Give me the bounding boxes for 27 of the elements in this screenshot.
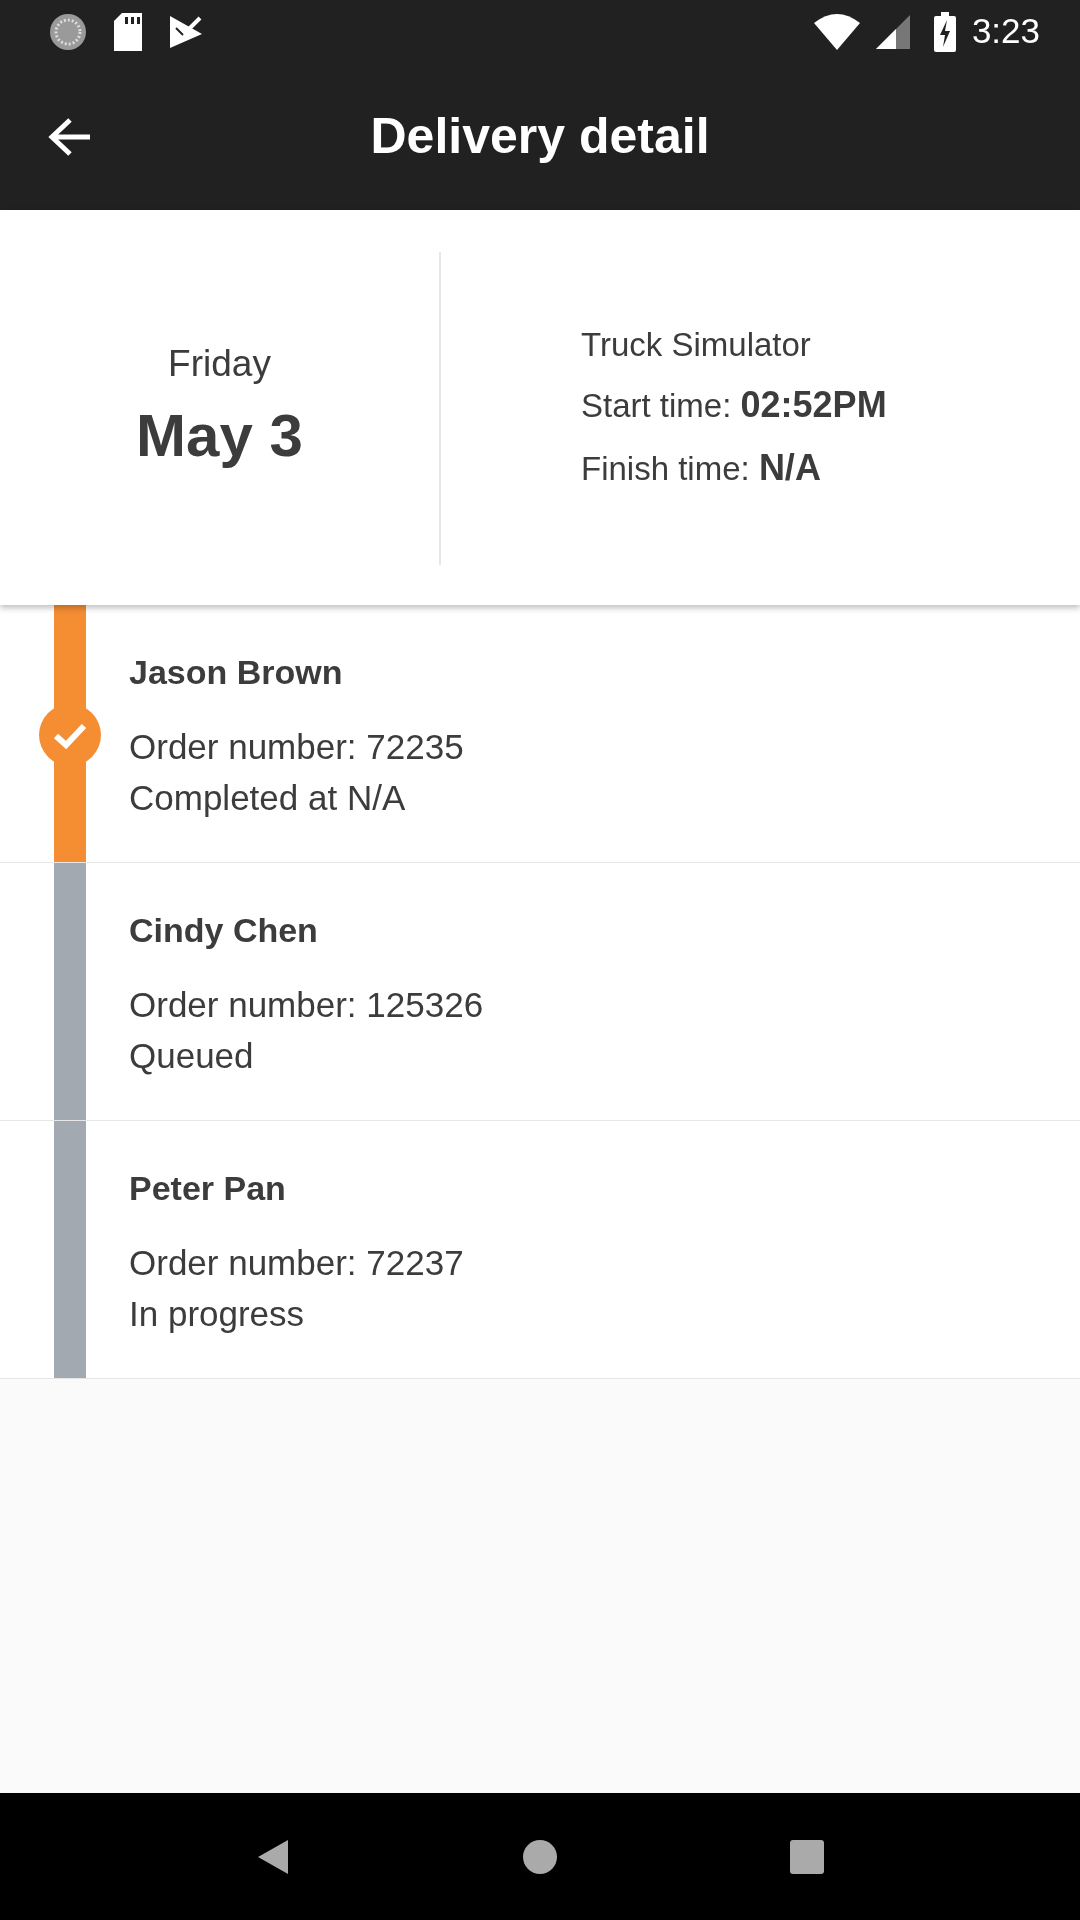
- back-arrow-icon: [48, 116, 92, 157]
- vehicle-name: Truck Simulator: [581, 324, 812, 365]
- customer-name: Peter Pan: [129, 1168, 287, 1209]
- back-button[interactable]: [48, 116, 92, 157]
- customer-name: Jason Brown: [129, 652, 344, 693]
- delivery-status: In progress: [129, 1292, 306, 1335]
- customer-name: Cindy Chen: [129, 910, 319, 951]
- checkmark-flag-icon: [168, 13, 204, 50]
- sd-card-icon: [112, 12, 144, 51]
- start-time: Start time: 02:52PM: [581, 383, 887, 428]
- home-nav-icon[interactable]: [522, 1838, 558, 1875]
- back-nav-icon[interactable]: [256, 1837, 290, 1876]
- recents-nav-icon[interactable]: [790, 1839, 824, 1874]
- clock: 3:23: [971, 10, 1040, 53]
- order-number: Order number: 72237: [129, 1242, 464, 1284]
- signal-icon: [875, 14, 910, 49]
- finish-time: Finish time: N/A: [581, 446, 822, 491]
- delivery-date: May 3: [136, 401, 303, 472]
- battery-charging-icon: [933, 11, 956, 52]
- delivery-status: Completed at N/A: [129, 776, 407, 819]
- sync-icon: [48, 11, 88, 52]
- delivery-status: Queued: [129, 1034, 255, 1077]
- wifi-icon: [813, 13, 860, 50]
- order-number: Order number: 125326: [129, 984, 484, 1026]
- weekday: Friday: [168, 341, 271, 386]
- order-number: Order number: 72235: [129, 726, 464, 768]
- screen-title: Delivery detail: [370, 107, 710, 166]
